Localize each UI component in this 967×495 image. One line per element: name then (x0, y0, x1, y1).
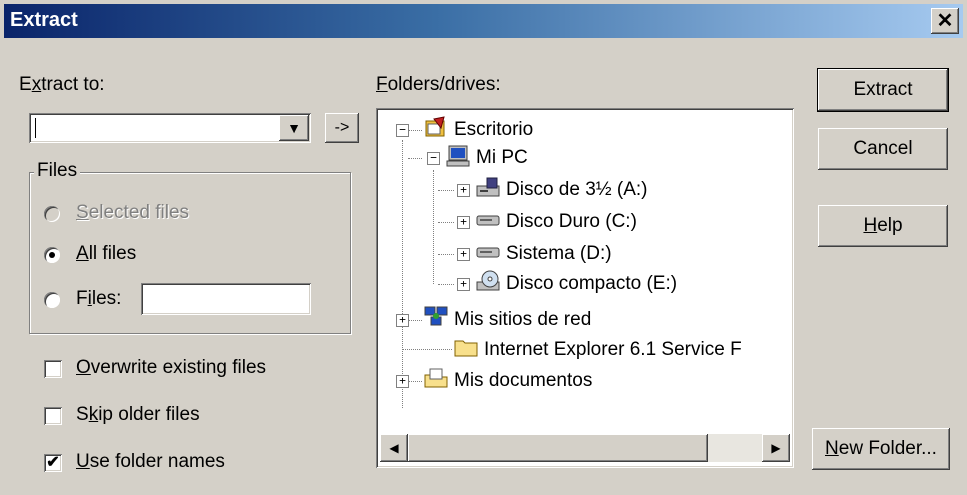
folder-tree-view[interactable]: − Escritorio − Mi PC + Disco de 3½ (A:) … (376, 108, 794, 468)
extract-button[interactable]: Extract (818, 69, 948, 111)
expand-toggle[interactable]: + (396, 375, 409, 388)
tree-node-disco-duro[interactable]: Disco Duro (C:) (506, 208, 637, 236)
expand-toggle[interactable]: + (396, 314, 409, 327)
collapse-toggle[interactable]: − (396, 124, 409, 137)
folders-drives-label: Folders/drives: (376, 74, 501, 95)
extract-dialog: Extract ✕ Extract to: ▼ -> Files Selecte… (0, 0, 967, 495)
tree-node-mi-pc[interactable]: Mi PC (476, 144, 528, 172)
tree-node-disco-3-5[interactable]: Disco de 3½ (A:) (506, 176, 648, 204)
expand-toggle[interactable]: + (457, 248, 470, 261)
hard-drive-icon (476, 247, 500, 258)
tree-line (438, 190, 454, 192)
radio-selected-dot (49, 252, 55, 258)
extract-button-label: Extract (853, 79, 913, 100)
collapse-toggle[interactable]: − (427, 152, 440, 165)
tree-line (408, 381, 422, 383)
chevron-down-icon: ▼ (287, 120, 301, 136)
arrow-left-icon: ◀ (389, 441, 399, 455)
checkmark-icon: ✔ (46, 454, 60, 471)
expand-toggle[interactable]: + (457, 216, 470, 229)
browse-button-label: -> (334, 119, 350, 136)
tree-node-mis-documentos[interactable]: Mis documentos (454, 367, 592, 395)
tree-node-escritorio[interactable]: Escritorio (454, 116, 533, 144)
radio-files-label: Files: (76, 288, 122, 309)
browse-button[interactable]: -> (325, 113, 359, 143)
files-pattern-input[interactable] (141, 283, 311, 315)
extract-to-combobox[interactable]: ▼ (29, 113, 311, 143)
help-button-label: Help (863, 215, 903, 236)
tree-line (408, 158, 422, 160)
tree-node-internet-explorer[interactable]: Internet Explorer 6.1 Service F (484, 336, 742, 364)
checkbox-skip-older-label: Skip older files (76, 404, 200, 425)
horizontal-scrollbar[interactable]: ◀ ▶ (380, 434, 790, 462)
checkbox-box[interactable] (44, 407, 62, 425)
cancel-button-label: Cancel (853, 138, 913, 159)
tree-line (408, 130, 422, 132)
my-documents-icon (424, 368, 448, 388)
network-places-icon (424, 306, 448, 326)
tree-line (402, 349, 452, 351)
hard-drive-icon (476, 215, 500, 226)
scroll-right-button[interactable]: ▶ (762, 434, 790, 462)
dropdown-button[interactable]: ▼ (279, 115, 309, 141)
desktop-icon (425, 116, 445, 137)
new-folder-button-label: New Folder... (825, 438, 937, 459)
help-button[interactable]: Help (818, 205, 948, 247)
tree-line (402, 140, 404, 408)
tree-line (438, 254, 454, 256)
checkbox-box[interactable]: ✔ (44, 454, 62, 472)
radio-button[interactable] (44, 206, 60, 222)
radio-selected-files-label: Selected files (76, 202, 190, 223)
radio-button[interactable] (44, 247, 60, 263)
tree-line (433, 170, 435, 284)
tree-line (438, 222, 454, 224)
tree-line (408, 320, 422, 322)
my-computer-icon (446, 145, 470, 167)
files-group-title: Files (34, 160, 81, 182)
extract-to-label: Extract to: (19, 74, 105, 95)
arrow-right-icon: ▶ (771, 441, 781, 455)
tree-node-mis-sitios-de-red[interactable]: Mis sitios de red (454, 306, 591, 334)
checkbox-box[interactable] (44, 360, 62, 378)
folder-icon (454, 340, 478, 357)
radio-all-files-label: All files (76, 243, 137, 264)
scrollbar-thumb[interactable] (408, 434, 708, 462)
expand-toggle[interactable]: + (457, 184, 470, 197)
title-bar[interactable]: Extract ✕ (4, 4, 963, 38)
expand-toggle[interactable]: + (457, 278, 470, 291)
tree-node-disco-compacto[interactable]: Disco compacto (E:) (506, 270, 677, 298)
scroll-left-button[interactable]: ◀ (380, 434, 408, 462)
close-icon: ✕ (936, 10, 954, 32)
cd-drive-icon (476, 270, 500, 291)
checkbox-overwrite-label: Overwrite existing files (76, 357, 267, 378)
cancel-button[interactable]: Cancel (818, 128, 948, 170)
floppy-drive-icon (476, 177, 500, 197)
checkbox-use-folder-names-label: Use folder names (76, 451, 225, 472)
text-cursor (35, 118, 36, 138)
radio-button[interactable] (44, 292, 60, 308)
new-folder-button[interactable]: New Folder... (812, 428, 950, 470)
close-button[interactable]: ✕ (931, 8, 959, 34)
tree-line (438, 284, 454, 286)
window-title: Extract (10, 9, 78, 31)
tree-node-sistema[interactable]: Sistema (D:) (506, 240, 612, 268)
